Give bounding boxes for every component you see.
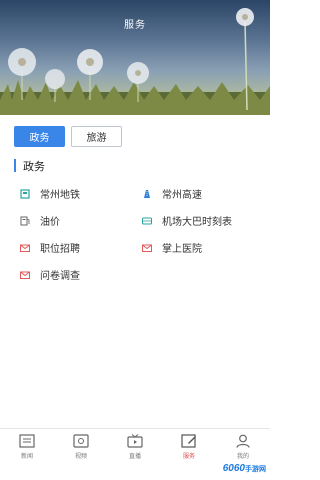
tab-travel[interactable]: 旅游 — [71, 126, 122, 147]
bus-icon — [142, 216, 152, 226]
service-highway[interactable]: 常州高速 — [142, 186, 260, 201]
highway-icon — [142, 189, 152, 199]
edit-icon — [181, 434, 196, 448]
watermark-logo: 6060 手游网 — [223, 463, 266, 474]
service-airport-bus[interactable]: 机场大巴时刻表 — [142, 213, 260, 228]
service-label: 职位招聘 — [40, 244, 80, 255]
user-icon — [236, 434, 250, 448]
metro-icon — [20, 188, 30, 199]
hero-banner: 服务 — [0, 0, 270, 115]
nav-service[interactable]: 服务 — [169, 434, 209, 480]
nav-label: 我的 — [236, 454, 249, 460]
page-title: 服务 — [124, 20, 146, 31]
nav-video[interactable]: 视频 — [61, 434, 101, 480]
service-fuel[interactable]: 油价 — [20, 213, 142, 228]
nav-label: 视频 — [74, 454, 87, 460]
nav-label: 新闻 — [20, 454, 33, 460]
service-label: 油价 — [40, 217, 60, 228]
service-jobs[interactable]: 职位招聘 — [20, 240, 142, 255]
tab-government[interactable]: 政务 — [14, 126, 65, 147]
service-metro[interactable]: 常州地铁 — [20, 186, 142, 201]
service-label: 掌上医院 — [162, 244, 202, 255]
service-grid: 常州地铁 常州高速 油价 机场大巴时刻表 职位招聘 掌上医院 问卷调查 — [20, 180, 260, 288]
service-label: 常州地铁 — [40, 190, 80, 201]
service-label: 机场大巴时刻表 — [162, 217, 232, 228]
service-survey[interactable]: 问卷调查 — [20, 267, 142, 282]
mail-icon — [20, 243, 30, 253]
survey-icon — [20, 270, 30, 280]
service-hospital[interactable]: 掌上医院 — [142, 240, 260, 255]
section-title: 政务 — [14, 158, 45, 174]
watermark-text: 6060 — [222, 463, 245, 474]
service-label: 问卷调查 — [40, 271, 80, 282]
fuel-icon — [20, 216, 30, 226]
nav-live[interactable]: 直播 — [115, 434, 155, 480]
service-label: 常州高速 — [162, 190, 202, 201]
category-tabs: 政务 旅游 — [14, 126, 122, 147]
news-icon — [19, 434, 35, 448]
nav-label: 直播 — [128, 454, 141, 460]
video-icon — [73, 434, 89, 448]
tv-icon — [127, 434, 143, 448]
watermark-text: 手游网 — [245, 466, 266, 473]
nav-news[interactable]: 新闻 — [7, 434, 47, 480]
hospital-icon — [142, 243, 152, 253]
nav-label: 服务 — [182, 454, 195, 460]
